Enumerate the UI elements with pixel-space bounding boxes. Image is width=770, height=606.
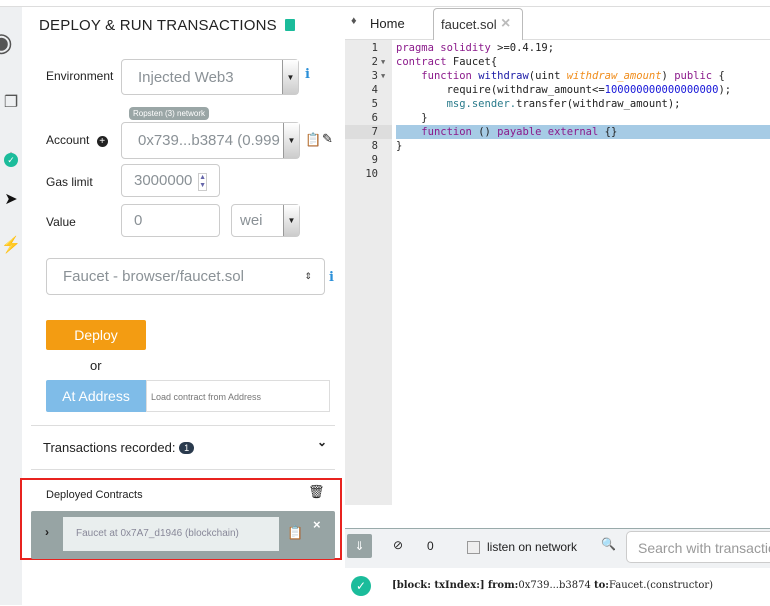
code-line: 3 ▼ function withdraw(uint withdraw_amoun… bbox=[371, 70, 725, 82]
value-value: 0 bbox=[134, 212, 143, 229]
account-label: Account + bbox=[46, 133, 108, 147]
transactions-count-badge: 1 bbox=[179, 442, 195, 454]
deployed-contracts-label: Deployed Contracts bbox=[46, 489, 143, 501]
sort-icon: ⇕ bbox=[304, 271, 312, 281]
environment-select[interactable]: Injected Web3 ▼ bbox=[121, 59, 299, 95]
at-address-input[interactable]: Load contract from Address bbox=[146, 380, 330, 412]
code-editor[interactable]: 1 pragma solidity >=0.4.19; 2 ▼ contract Fa… bbox=[345, 40, 770, 528]
code-line: 2 ▼ contract Faucet{ bbox=[371, 56, 498, 68]
tab-faucet-sol[interactable]: faucet.sol × bbox=[433, 8, 523, 41]
at-address-button[interactable]: At Address bbox=[46, 380, 146, 412]
close-icon[interactable]: × bbox=[313, 517, 321, 532]
divider bbox=[31, 425, 335, 426]
clear-icon[interactable]: ⊘ bbox=[393, 538, 403, 552]
panel-title: DEPLOY & RUN TRANSACTIONS bbox=[39, 17, 295, 34]
info-icon[interactable]: i bbox=[305, 67, 310, 82]
gaslimit-value: 3000000 bbox=[134, 172, 193, 189]
tab-label: faucet.sol bbox=[441, 17, 497, 32]
trash-icon[interactable]: 🗑 bbox=[308, 484, 325, 500]
divider bbox=[31, 469, 335, 470]
transactions-recorded[interactable]: Transactions recorded: 1 bbox=[43, 440, 195, 455]
edit-icon[interactable]: ✎ bbox=[322, 131, 333, 147]
chevron-down-icon: ▼ bbox=[282, 60, 298, 94]
copy-account-icon[interactable]: 📋 bbox=[305, 132, 321, 148]
code-line: 8} bbox=[371, 140, 403, 152]
deploy-button[interactable]: Deploy bbox=[46, 320, 146, 350]
terminal: ⇓ ⊘ 0 listen on network 🔍 Search with tr… bbox=[345, 528, 770, 606]
chevron-down-icon[interactable]: ⌄ bbox=[317, 435, 327, 449]
info-icon[interactable]: i bbox=[329, 270, 334, 285]
chevron-down-icon: ▼ bbox=[283, 205, 299, 236]
code-line: 6 } bbox=[371, 112, 428, 124]
editor-tabs: ♦ Home faucet.sol × bbox=[345, 7, 770, 41]
deploy-run-panel: DEPLOY & RUN TRANSACTIONS Environment In… bbox=[20, 7, 345, 605]
code-line: 9 bbox=[371, 154, 378, 166]
unit-value: wei bbox=[240, 212, 263, 229]
account-select[interactable]: 0x739...b3874 (0.999 ▼ bbox=[121, 122, 300, 159]
chevron-down-icon: ▼ bbox=[283, 123, 299, 158]
deployed-instance: › Faucet at 0x7A7_d1946 (blockchain) 📋 × bbox=[31, 511, 335, 559]
icon-sidebar: ◉ ❐ ◆ ✓ ➤ ⚡ bbox=[0, 7, 22, 605]
value-input[interactable]: 0 bbox=[121, 204, 220, 237]
close-tab-icon[interactable]: × bbox=[501, 15, 510, 33]
search-input[interactable]: Search with transactions bbox=[626, 531, 770, 563]
network-badge: Ropsten (3) network bbox=[129, 107, 210, 120]
contract-value: Faucet - browser/faucet.sol bbox=[63, 268, 244, 285]
gaslimit-input[interactable]: 3000000 ▲ ▼ bbox=[121, 164, 220, 197]
unit-select[interactable]: wei ▼ bbox=[231, 204, 300, 237]
account-value: 0x739...b3874 (0.999 bbox=[138, 132, 280, 149]
listen-label: listen on network bbox=[487, 540, 578, 554]
search-icon: 🔍 bbox=[601, 537, 616, 551]
listen-checkbox[interactable] bbox=[467, 541, 480, 554]
deploy-run-icon[interactable]: ➤ bbox=[0, 189, 22, 209]
highlighted-line: 7 function () payable external {} bbox=[345, 125, 770, 139]
tab-home[interactable]: Home bbox=[370, 16, 405, 31]
success-icon: ✓ bbox=[351, 576, 371, 596]
gaslimit-label: Gas limit bbox=[46, 175, 93, 189]
collapse-terminal-icon[interactable]: ⇓ bbox=[347, 534, 372, 558]
ethereum-icon: ♦ bbox=[351, 15, 357, 27]
code-line: 10 bbox=[365, 168, 378, 180]
copy-address-icon[interactable]: 📋 bbox=[287, 525, 303, 541]
plugin-icon[interactable]: ⚡ bbox=[0, 235, 22, 255]
environment-label: Environment bbox=[46, 69, 114, 83]
browser-bookmarks-strip bbox=[0, 0, 770, 7]
file-explorer-icon[interactable]: ❐ bbox=[0, 92, 22, 112]
environment-value: Injected Web3 bbox=[138, 68, 234, 86]
code-line: 5 msg.sender.transfer(withdraw_amount); bbox=[371, 98, 681, 110]
remix-logo-icon[interactable]: ◉ bbox=[0, 27, 13, 58]
instance-title[interactable]: Faucet at 0x7A7_d1946 (blockchain) bbox=[63, 517, 279, 551]
documentation-icon[interactable] bbox=[284, 19, 295, 31]
check-icon: ✓ bbox=[4, 153, 18, 167]
pending-count: 0 bbox=[427, 539, 434, 553]
stepper-icon[interactable]: ▲ ▼ bbox=[198, 173, 207, 191]
or-label: or bbox=[90, 358, 102, 373]
contract-select[interactable]: Faucet - browser/faucet.sol ⇕ bbox=[46, 258, 325, 295]
expand-icon[interactable]: › bbox=[45, 525, 49, 539]
value-label: Value bbox=[46, 215, 76, 229]
add-account-icon[interactable]: + bbox=[96, 136, 108, 147]
code-line: 4 requirerequire(withdraw_amount<=100000… bbox=[371, 84, 732, 96]
log-entry[interactable]: [block: txIndex:] from:0x739...b3874 to:… bbox=[392, 580, 713, 591]
code-line: 1 pragma solidity >=0.4.19; bbox=[371, 42, 555, 54]
